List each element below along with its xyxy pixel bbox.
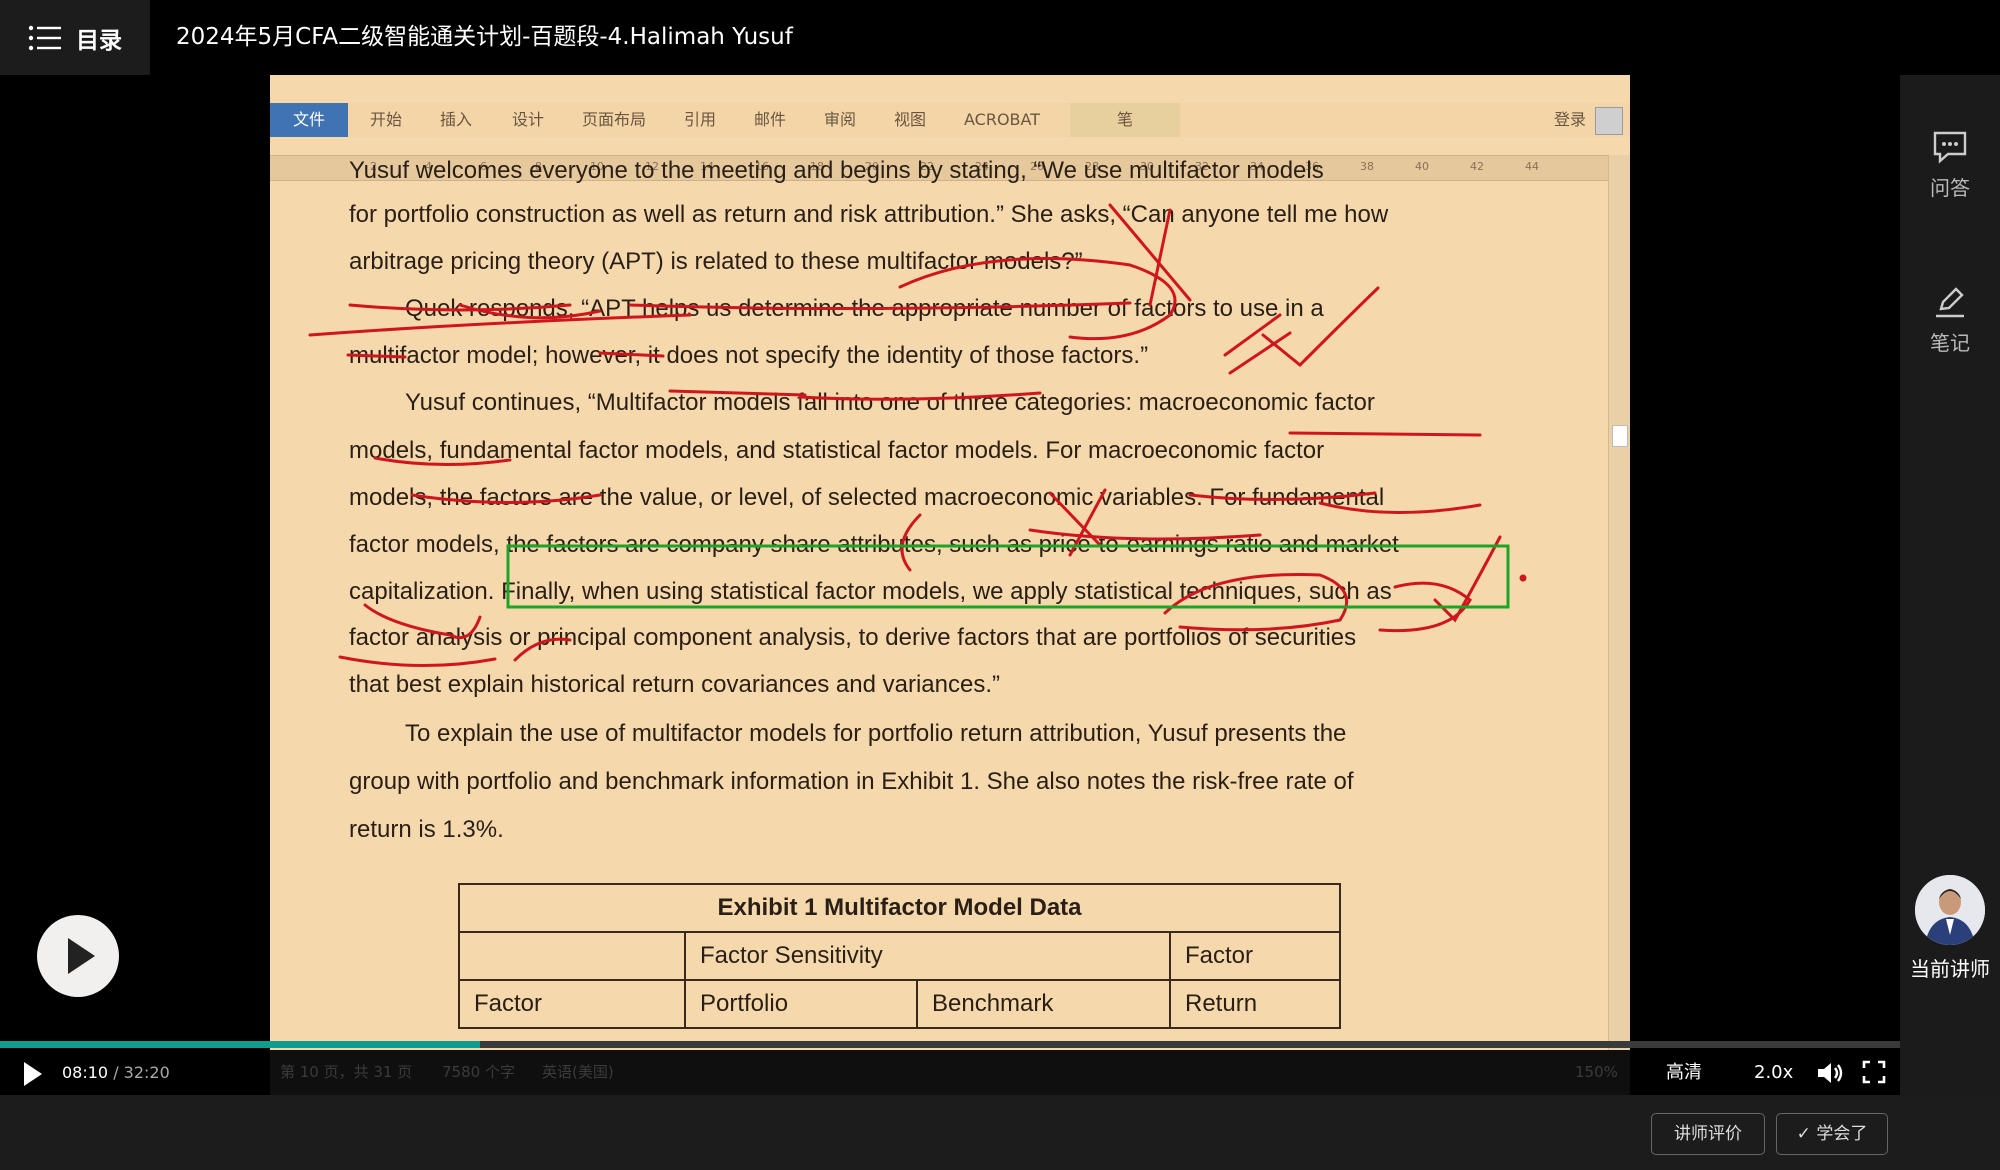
player-controls: 08:10 / 32:20 高清 2.0x bbox=[0, 1050, 1900, 1095]
ribbon-tab-layout: 页面布局 bbox=[582, 110, 647, 129]
duration: 32:20 bbox=[123, 1063, 170, 1082]
progress-fill bbox=[0, 1041, 480, 1048]
top-bar: 目录 2024年5月CFA二级智能通关计划-百题段-4.Halimah Yusu… bbox=[0, 0, 2000, 75]
ribbon-tab-mailings: 邮件 bbox=[754, 110, 787, 129]
doc-line: factor analysis or principal component a… bbox=[349, 624, 1357, 651]
rate-teacher-button[interactable]: 讲师评价 bbox=[1651, 1113, 1765, 1155]
video-player[interactable]: 文件 开始 插入 设计 页面布局 引用 邮件 审阅 视图 ACROBAT 笔 登… bbox=[0, 75, 1900, 1095]
ribbon-tab-insert: 插入 bbox=[440, 110, 473, 129]
doc-line: arbitrage pricing theory (APT) is relate… bbox=[349, 248, 1083, 275]
doc-line: group with portfolio and benchmark infor… bbox=[349, 768, 1354, 795]
doc-line: return is 1.3%. bbox=[349, 816, 504, 843]
doc-line: multifactor model; however, it does not … bbox=[349, 342, 1149, 369]
ruler-tick: 42 bbox=[1470, 160, 1484, 173]
ribbon-tab-file: 文件 bbox=[270, 103, 348, 137]
time-display: 08:10 / 32:20 bbox=[62, 1050, 170, 1095]
table-cell: Benchmark bbox=[916, 979, 1171, 1029]
right-sidebar: 问答 笔记 当前讲师 bbox=[1900, 75, 2000, 1095]
quality-button[interactable]: 高清 bbox=[1666, 1050, 1702, 1095]
user-avatar-icon bbox=[1595, 107, 1623, 135]
doc-line: factor models, the factors are company s… bbox=[349, 531, 1399, 558]
exhibit-table: Exhibit 1 Multifactor Model Data Factor … bbox=[458, 883, 1341, 1029]
qa-label: 问答 bbox=[1930, 176, 1970, 200]
table-cell bbox=[458, 931, 686, 981]
doc-line: To explain the use of multifactor models… bbox=[405, 720, 1347, 747]
doc-line: Quek responds, “APT helps us determine t… bbox=[405, 295, 1324, 322]
play-icon bbox=[68, 938, 95, 974]
toc-button[interactable]: 目录 bbox=[0, 0, 150, 75]
table-cell: Portfolio bbox=[684, 979, 918, 1029]
document-scrollbar bbox=[1608, 155, 1630, 1075]
toc-label: 目录 bbox=[76, 27, 122, 54]
exhibit-caption: Exhibit 1 Multifactor Model Data bbox=[458, 883, 1341, 933]
notes-button[interactable]: 笔记 bbox=[1900, 285, 2000, 356]
ribbon-tab-acrobat: ACROBAT bbox=[964, 110, 1040, 129]
speed-button[interactable]: 2.0x bbox=[1754, 1050, 1793, 1095]
doc-line: that best explain historical return cova… bbox=[349, 671, 1000, 698]
course-title: 2024年5月CFA二级智能通关计划-百题段-4.Halimah Yusuf bbox=[176, 24, 793, 50]
pencil-icon bbox=[1936, 287, 1964, 318]
progress-bar[interactable] bbox=[0, 1041, 1900, 1048]
fullscreen-icon[interactable] bbox=[1862, 1060, 1886, 1084]
doc-line: Yusuf continues, “Multifactor models fal… bbox=[405, 389, 1375, 416]
table-cell: Factor Sensitivity bbox=[684, 931, 1171, 981]
doc-line: for portfolio construction as well as re… bbox=[349, 201, 1389, 228]
bottom-bar: 讲师评价 ✓ 学会了 bbox=[0, 1095, 2000, 1170]
scroll-thumb bbox=[1612, 425, 1628, 447]
ruler-tick: 44 bbox=[1525, 160, 1539, 173]
ribbon-tab-design: 设计 bbox=[512, 110, 545, 129]
time-separator: / bbox=[108, 1063, 124, 1082]
doc-line: Yusuf welcomes everyone to the meeting a… bbox=[349, 157, 1324, 184]
doc-line: models, fundamental factor models, and s… bbox=[349, 437, 1325, 464]
volume-icon[interactable] bbox=[1816, 1060, 1844, 1086]
doc-line: capitalization. Finally, when using stat… bbox=[349, 578, 1392, 605]
document-screen: 文件 开始 插入 设计 页面布局 引用 邮件 审阅 视图 ACROBAT 笔 登… bbox=[270, 75, 1630, 1095]
ribbon-tab-references: 引用 bbox=[684, 110, 717, 129]
ribbon-tab-review: 审阅 bbox=[824, 110, 857, 129]
learned-button[interactable]: ✓ 学会了 bbox=[1776, 1113, 1888, 1155]
play-button[interactable] bbox=[37, 915, 119, 997]
chat-bubble-icon bbox=[1933, 131, 1967, 164]
ribbon-login: 登录 bbox=[1554, 110, 1587, 129]
notes-label: 笔记 bbox=[1930, 331, 1970, 355]
table-cell: Return bbox=[1169, 979, 1341, 1029]
table-cell: Factor bbox=[1169, 931, 1341, 981]
current-time: 08:10 bbox=[62, 1063, 109, 1082]
ribbon-tab-home: 开始 bbox=[370, 110, 403, 129]
play-toggle-icon[interactable] bbox=[24, 1062, 42, 1086]
ribbon-tab-view: 视图 bbox=[894, 110, 927, 129]
list-menu-icon bbox=[28, 25, 61, 50]
qa-button[interactable]: 问答 bbox=[1900, 130, 2000, 201]
teacher-label: 当前讲师 bbox=[1910, 957, 1990, 981]
teacher-avatar bbox=[1915, 875, 1985, 945]
word-ribbon-tabs: 文件 开始 插入 设计 页面布局 引用 邮件 审阅 视图 ACROBAT 笔 登… bbox=[270, 103, 1630, 137]
current-teacher[interactable]: 当前讲师 bbox=[1900, 875, 2000, 982]
ribbon-tab-pen: 笔 bbox=[1070, 103, 1180, 137]
table-cell: Factor bbox=[458, 979, 686, 1029]
doc-line: models, the factors are the value, or le… bbox=[349, 484, 1385, 511]
